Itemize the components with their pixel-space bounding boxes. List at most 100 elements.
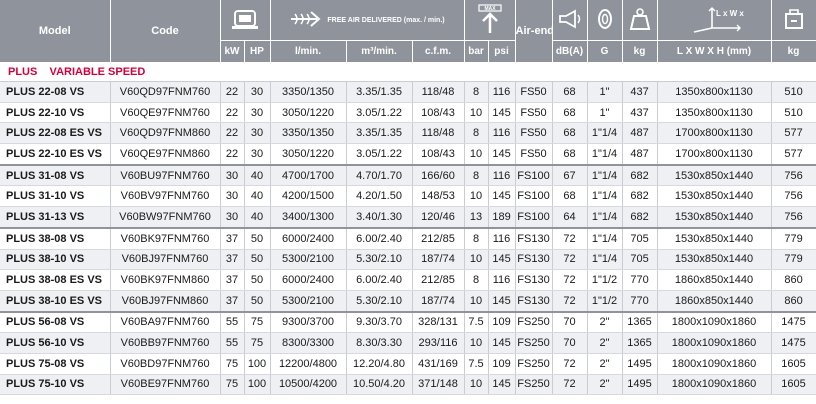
lmin-cell: 3350/1350 [270,122,347,145]
bar-cell: 7.5 [464,353,489,375]
weight-cell: 1365 [622,332,658,354]
m3min-cell: 12.20/4.80 [346,353,413,375]
bar-cell: 10 [464,290,489,313]
connection-cell: 2" [587,332,623,354]
model-cell: PLUS 22-08 VS [0,81,111,103]
bar-cell: 10 [464,374,489,396]
kw-cell: 75 [220,374,245,396]
dimensions-cell: 1530x850x1440 [657,226,772,250]
dimensions-cell: 1800x1090x1860 [657,332,772,354]
code-cell: V60BU97FNM760 [110,163,221,187]
cfm-cell: 148/53 [412,185,465,208]
code-cell: V60BA97FNM760 [110,310,221,334]
dimensions-cell: 1800x1090x1860 [657,353,772,375]
hp-cell: 50 [244,290,271,313]
bar-cell: 10 [464,332,489,354]
hp-cell: 100 [244,374,271,396]
weight-cell: 682 [622,163,658,187]
dba-cell: 70 [552,310,588,334]
air-end-cell: FS100 [515,185,553,208]
hp-cell: 50 [244,269,271,291]
lmin-cell: 3050/1220 [270,143,347,166]
unit-cfm: c.f.m. [412,40,465,62]
dimensions-header: L x W x H [657,0,772,41]
connection-cell: 1" [587,102,623,124]
air-end-cell: FS250 [515,332,553,354]
weight-cell: 1495 [622,353,658,375]
psi-cell: 145 [488,143,516,166]
code-cell: V60BJ97FNM760 [110,249,221,271]
m3min-cell: 3.05/1.22 [346,102,413,124]
unit-m3min: m³/min. [346,40,413,62]
connection-header [587,0,623,41]
dba-cell: 64 [552,206,588,229]
table-row: PLUS 22-10 VS V60QE97FNM760 22 30 3050/1220 3… [0,102,816,124]
bar-cell: 8 [464,81,489,103]
model-cell: PLUS 56-08 VS [0,310,111,334]
connection-cell: 1"1/4 [587,185,623,208]
kw-cell: 37 [220,249,245,271]
dba-cell: 72 [552,269,588,291]
cfm-cell: 108/43 [412,143,465,166]
code-cell: V60BJ97FNM860 [110,290,221,313]
bar-cell: 8 [464,269,489,291]
package-weight-cell: 860 [771,290,816,313]
bar-cell: 10 [464,102,489,124]
psi-cell: 116 [488,269,516,291]
kw-cell: 22 [220,81,245,103]
dimensions-cell: 1700x800x1130 [657,143,772,166]
model-cell: PLUS 56-10 VS [0,332,111,354]
air-end-cell: FS50 [515,143,553,166]
model-cell: PLUS 38-08 VS [0,226,111,250]
code-cell: V60BW97FNM760 [110,206,221,229]
connection-cell: 1"1/4 [587,249,623,271]
weight-cell: 705 [622,249,658,271]
bar-cell: 8 [464,226,489,250]
lmin-cell: 6000/2400 [270,269,347,291]
cfm-cell: 166/60 [412,163,465,187]
package-weight-cell: 510 [771,102,816,124]
lmin-cell: 3350/1350 [270,81,347,103]
model-cell: PLUS 75-08 VS [0,353,111,375]
dba-cell: 68 [552,122,588,145]
connection-cell: 1"1/2 [587,290,623,313]
max-label: MAX [484,6,496,12]
m3min-cell: 9.30/3.70 [346,310,413,334]
m3min-cell: 8.30/3.30 [346,332,413,354]
hp-cell: 40 [244,163,271,187]
psi-cell: 109 [488,353,516,375]
hp-cell: 30 [244,143,271,166]
kw-cell: 55 [220,332,245,354]
code-cell: V60BE97FNM760 [110,374,221,396]
unit-kw: kW [220,40,245,62]
package-weight-cell: 756 [771,185,816,208]
dimensions-cell: 1860x850x1440 [657,290,772,313]
dba-cell: 72 [552,353,588,375]
model-cell: PLUS 38-10 VS [0,249,111,271]
air-end-cell: FS130 [515,290,553,313]
motor-icon [229,6,261,32]
connection-cell: 1"1/4 [587,226,623,250]
package-weight-cell: 577 [771,143,816,166]
m3min-cell: 3.05/1.22 [346,143,413,166]
package-weight-cell: 510 [771,81,816,103]
kw-cell: 30 [220,206,245,229]
cfm-cell: 118/48 [412,122,465,145]
package-weight-cell: 1605 [771,353,816,375]
unit-dba: dB(A) [552,40,588,62]
m3min-cell: 5.30/2.10 [346,249,413,271]
lmin-cell: 6000/2400 [270,226,347,250]
package-weight-cell: 1605 [771,374,816,396]
connection-cell: 1"1/4 [587,163,623,187]
dims-axes-label: L x W x H [716,9,746,18]
air-end-cell: FS250 [515,374,553,396]
cfm-cell: 212/85 [412,226,465,250]
psi-cell: 145 [488,374,516,396]
hp-cell: 30 [244,102,271,124]
lmin-cell: 9300/3700 [270,310,347,334]
code-cell: V60BB97FNM760 [110,332,221,354]
table-row: PLUS 22-10 ES VS V60QE97FNM860 22 30 3050/12… [0,143,816,166]
kw-cell: 30 [220,185,245,208]
air-end-cell: FS100 [515,206,553,229]
air-end-cell: FS130 [515,269,553,291]
